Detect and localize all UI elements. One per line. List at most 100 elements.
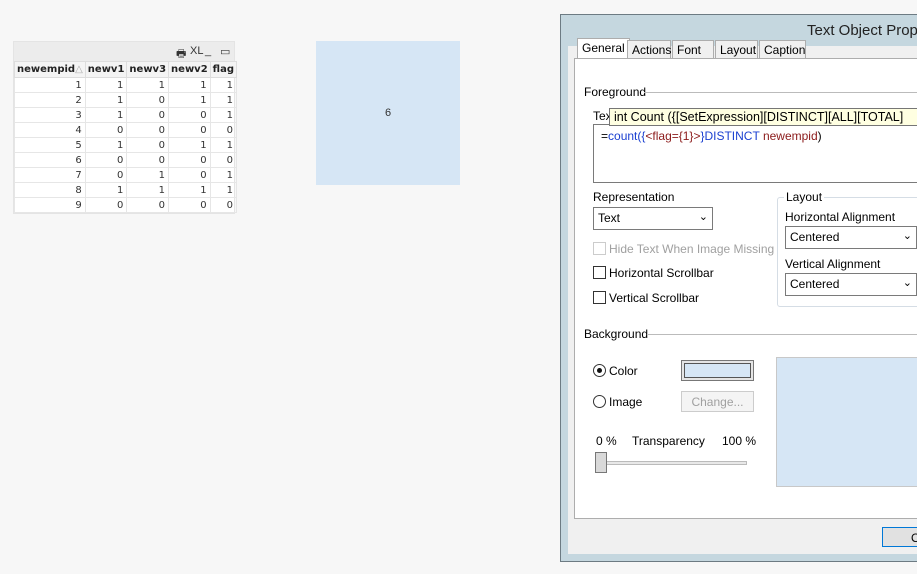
change-image-button[interactable]: Change...: [681, 391, 754, 412]
table-cell[interactable]: 0: [84, 122, 128, 138]
table-cell[interactable]: 1: [84, 137, 128, 153]
horizontal-alignment-select[interactable]: Centered ⌄: [785, 226, 917, 249]
tab-general[interactable]: General: [577, 38, 630, 60]
excel-export-icon[interactable]: XL: [190, 45, 203, 57]
chevron-down-icon: ⌄: [902, 230, 912, 242]
color-picker-button[interactable]: [681, 360, 754, 381]
straight-table: 🖶 XL _ ▭ newempid△ newv1 newv3 newv2 flag 11…: [13, 41, 238, 214]
color-label: Color: [609, 364, 638, 378]
expr-set: <flag={1}>: [645, 129, 701, 143]
table-cell[interactable]: 0: [168, 167, 211, 183]
hide-text-checkbox[interactable]: [593, 242, 606, 255]
sort-ascending-icon: △: [75, 64, 83, 75]
table-cell[interactable]: 0: [168, 152, 211, 168]
table-cell[interactable]: 1: [84, 107, 128, 123]
hide-text-label: Hide Text When Image Missing: [609, 242, 775, 256]
table-cell[interactable]: 1: [14, 77, 86, 93]
table-cell[interactable]: 1: [84, 182, 128, 198]
representation-value: Text: [598, 211, 621, 225]
table-cell[interactable]: 1: [84, 77, 128, 93]
tab-font[interactable]: Font: [672, 40, 714, 59]
table-cell[interactable]: 0: [126, 197, 170, 213]
table-cell[interactable]: 1: [168, 137, 211, 153]
table-row: 81111: [14, 182, 238, 198]
table-cell[interactable]: 9: [14, 197, 86, 213]
tab-caption[interactable]: Caption: [759, 40, 806, 59]
table-row: 21011: [14, 92, 238, 108]
table-cell[interactable]: 0: [84, 152, 128, 168]
table-row: 51011: [14, 137, 238, 153]
column-header-newv1[interactable]: newv1: [84, 61, 128, 78]
maximize-icon[interactable]: ▭: [220, 45, 230, 58]
column-header-newv3[interactable]: newv3: [126, 61, 170, 78]
transparency-track[interactable]: [600, 461, 747, 465]
tab-actions[interactable]: Actions: [627, 40, 671, 59]
column-header-flag[interactable]: flag: [209, 61, 238, 78]
table-cell[interactable]: 7: [14, 167, 86, 183]
column-header-newempid[interactable]: newempid△: [14, 61, 86, 78]
table-cell[interactable]: 1: [209, 167, 238, 183]
vertical-alignment-select[interactable]: Centered ⌄: [785, 273, 917, 296]
representation-label: Representation: [593, 190, 675, 204]
table-cell[interactable]: 1: [209, 182, 238, 198]
halign-value: Centered: [790, 230, 840, 244]
table-cell[interactable]: 0: [84, 167, 128, 183]
table-cell[interactable]: 6: [14, 152, 86, 168]
expr-p3: ): [817, 129, 822, 143]
horizontal-scrollbar-checkbox[interactable]: [593, 266, 606, 279]
tab-layout[interactable]: Layout: [715, 40, 758, 59]
column-header-newv2[interactable]: newv2: [168, 61, 211, 78]
image-label: Image: [609, 395, 643, 409]
table-cell[interactable]: 0: [168, 122, 211, 138]
table-cell[interactable]: 1: [209, 77, 238, 93]
print-icon[interactable]: 🖶: [176, 45, 186, 64]
table-cell[interactable]: 0: [126, 92, 170, 108]
table-cell[interactable]: 1: [168, 92, 211, 108]
color-radio[interactable]: [593, 364, 606, 377]
table-cell[interactable]: 0: [168, 107, 211, 123]
minimize-icon[interactable]: _: [205, 45, 211, 57]
background-label: Background: [584, 327, 649, 341]
table-cell[interactable]: 0: [126, 152, 170, 168]
table-cell[interactable]: 4: [14, 122, 86, 138]
table-cell[interactable]: 0: [209, 197, 238, 213]
transparency-min: 0 %: [596, 434, 617, 448]
table-cell[interactable]: 0: [126, 107, 170, 123]
table-cell[interactable]: 0: [168, 197, 211, 213]
chevron-down-icon: ⌄: [698, 211, 708, 223]
table-cell[interactable]: 1: [168, 77, 211, 93]
table-cell[interactable]: 0: [126, 122, 170, 138]
ok-button[interactable]: O: [882, 527, 917, 547]
table-cell[interactable]: 1: [126, 167, 170, 183]
table-cell[interactable]: 1: [209, 137, 238, 153]
representation-select[interactable]: Text ⌄: [593, 207, 713, 230]
table-cell[interactable]: 0: [209, 152, 238, 168]
text-object-value: 6: [384, 107, 392, 119]
table-cell[interactable]: 5: [14, 137, 86, 153]
layout-label: Layout: [784, 190, 825, 204]
transparency-slider-thumb[interactable]: [595, 452, 607, 473]
foreground-label: Foreground: [584, 85, 647, 99]
table-cell[interactable]: 2: [14, 92, 86, 108]
expr-eq: =: [601, 129, 609, 143]
text-object[interactable]: 6: [316, 41, 460, 185]
expression-input[interactable]: =count({<flag={1}>}DISTINCT newempid): [593, 124, 917, 183]
image-radio[interactable]: [593, 395, 606, 408]
table-cell[interactable]: 0: [84, 197, 128, 213]
table-cell[interactable]: 0: [209, 122, 238, 138]
table-cell[interactable]: 1: [209, 92, 238, 108]
table-cell[interactable]: 1: [126, 77, 170, 93]
transparency-label: Transparency: [632, 434, 705, 448]
expr-func: count: [608, 129, 638, 143]
table-cell[interactable]: 1: [168, 182, 211, 198]
chevron-down-icon: ⌄: [902, 277, 912, 289]
table-cell[interactable]: 3: [14, 107, 86, 123]
table-row: 40000: [14, 122, 238, 138]
table-cell[interactable]: 0: [126, 137, 170, 153]
table-cell[interactable]: 1: [84, 92, 128, 108]
table-cell[interactable]: 1: [126, 182, 170, 198]
horizontal-alignment-label: Horizontal Alignment: [785, 210, 896, 224]
vertical-scrollbar-checkbox[interactable]: [593, 291, 606, 304]
table-cell[interactable]: 1: [209, 107, 238, 123]
table-cell[interactable]: 8: [14, 182, 86, 198]
